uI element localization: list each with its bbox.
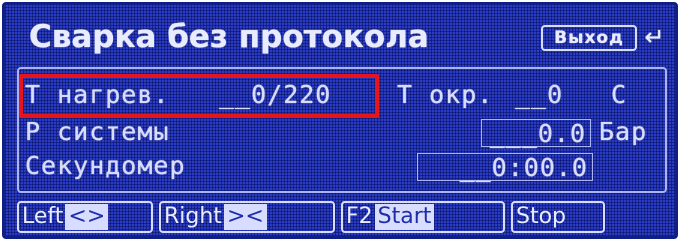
f2-key-label: F2	[346, 204, 373, 229]
return-icon[interactable]: ↵	[643, 23, 667, 51]
stopwatch-value[interactable]: __0:00.0	[417, 153, 593, 182]
screen-title: Сварка без протокола	[29, 19, 429, 55]
lcd-screen: Сварка без протокола Выход ↵ Т нагрев. _…	[2, 2, 678, 239]
pressure-unit: Бар	[599, 117, 648, 146]
right-button[interactable]: Right ><	[159, 201, 335, 233]
ambient-temp-label: Т окр.	[397, 80, 494, 109]
left-button[interactable]: Left <>	[17, 201, 153, 233]
right-button-label: Right	[164, 204, 222, 229]
pressure-value[interactable]: ___0.0	[481, 119, 591, 148]
stop-button[interactable]: Stop	[511, 201, 605, 233]
right-arrows-icon: ><	[223, 204, 267, 230]
pressure-label: Р системы	[25, 117, 170, 146]
stop-button-label: Stop	[516, 204, 567, 229]
left-arrows-icon: <>	[65, 204, 109, 230]
exit-button[interactable]: Выход	[541, 25, 637, 51]
ambient-temp-unit: С	[611, 80, 628, 109]
highlight-frame	[19, 74, 379, 118]
start-button[interactable]: F2 Start	[341, 201, 505, 233]
start-button-label: Start	[374, 204, 435, 230]
left-button-label: Left	[22, 204, 64, 229]
function-key-bar: Left <> Right >< F2 Start Stop	[17, 201, 667, 237]
ambient-temp-value[interactable]: __0	[515, 79, 563, 111]
stopwatch-label: Секундомер	[25, 151, 186, 180]
